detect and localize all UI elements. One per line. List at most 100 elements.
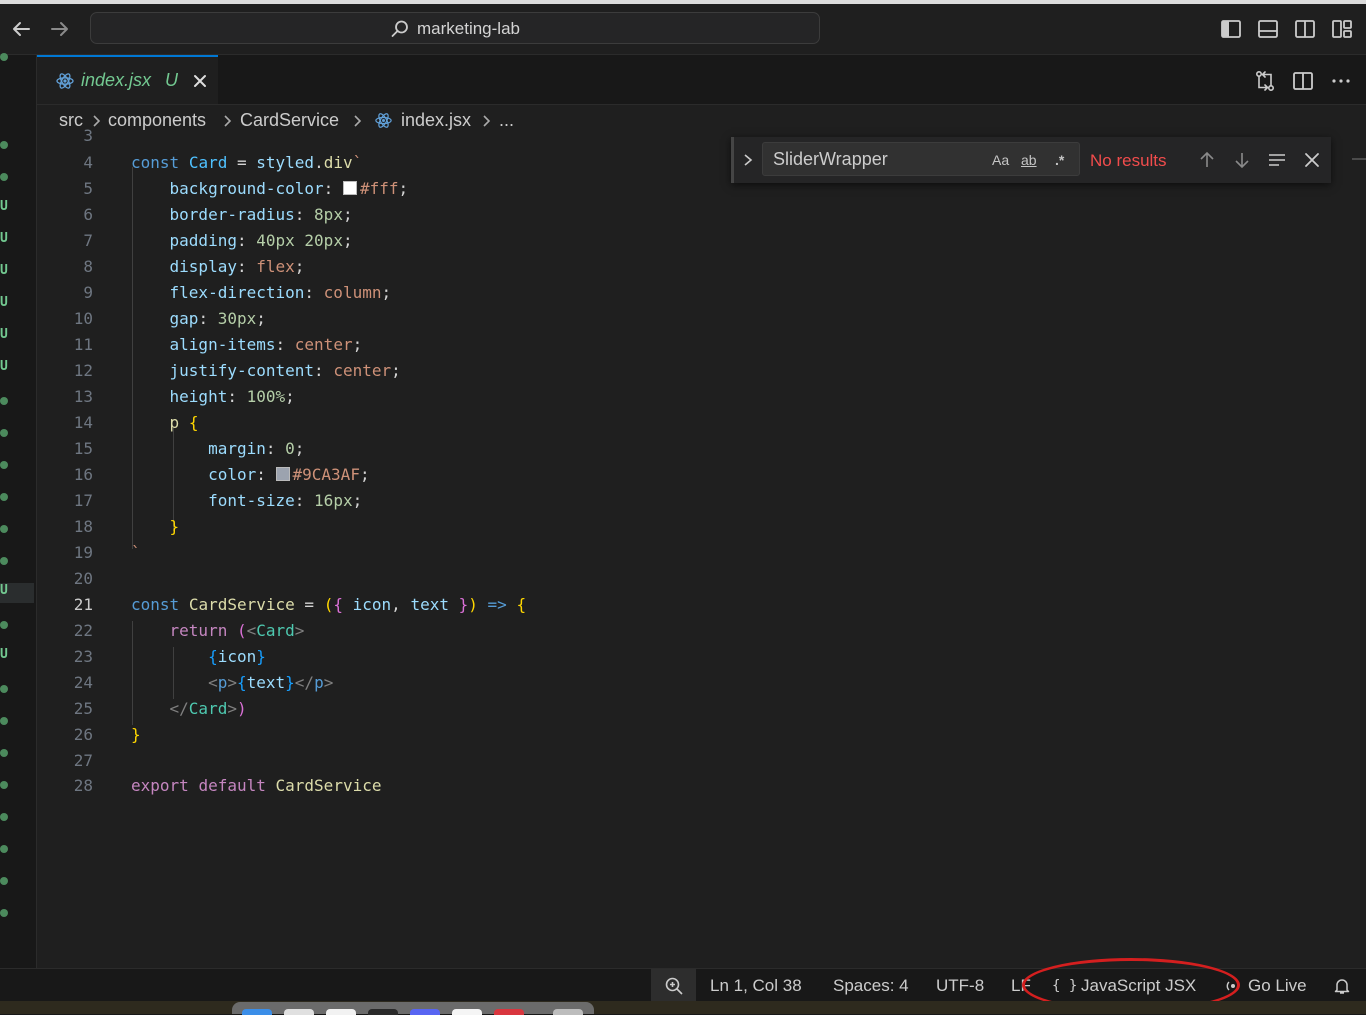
line-number: 7 xyxy=(83,231,93,250)
arrow-up-icon[interactable] xyxy=(1196,149,1218,171)
customize-layout-icon[interactable] xyxy=(1330,17,1354,41)
dots-icon[interactable] xyxy=(0,53,8,61)
find-input[interactable]: SliderWrapper Aa ab .* xyxy=(762,142,1080,176)
code-line: justify-content: center; xyxy=(169,361,401,380)
match-case-toggle[interactable]: Aa xyxy=(992,152,1009,168)
git-modified-dot xyxy=(0,877,8,885)
code-line: export default CardService xyxy=(131,776,382,795)
more-actions-icon[interactable] xyxy=(1329,69,1353,93)
close-icon[interactable] xyxy=(191,72,209,90)
code-line: <p>{text}</p> xyxy=(208,673,334,692)
code-line: font-size: 16px; xyxy=(208,491,363,510)
chevron-right-icon xyxy=(483,115,491,127)
dock-app-icon[interactable] xyxy=(368,1009,398,1015)
toggle-primary-sidebar-icon[interactable] xyxy=(1219,17,1243,41)
regex-toggle[interactable]: .* xyxy=(1055,152,1064,168)
line-number: 18 xyxy=(73,517,93,536)
line-number: 26 xyxy=(73,725,93,744)
explorer-git-status-strip: U U U U U U U U xyxy=(0,53,37,968)
code-line: {icon} xyxy=(208,647,266,666)
encoding[interactable]: UTF-8 xyxy=(936,976,984,996)
line-number: 8 xyxy=(83,257,93,276)
line-number: 23 xyxy=(73,647,93,666)
cursor-position[interactable]: Ln 1, Col 38 xyxy=(710,976,802,996)
line-number: 4 xyxy=(83,153,93,172)
git-modified-dot xyxy=(0,813,8,821)
dock-app-icon[interactable] xyxy=(242,1009,272,1015)
dock-app-icon[interactable] xyxy=(410,1009,440,1015)
bell-icon[interactable] xyxy=(1332,976,1352,996)
code-line: border-radius: 8px; xyxy=(169,205,353,224)
code-line: background-color: #fff; xyxy=(169,179,409,198)
code-line: p { xyxy=(169,413,199,432)
color-swatch[interactable] xyxy=(342,181,357,195)
open-changes-icon[interactable] xyxy=(1253,69,1277,93)
zoom-indicator[interactable] xyxy=(651,969,696,1002)
git-untracked-marker: U xyxy=(0,263,8,278)
dock-app-icon[interactable] xyxy=(284,1009,314,1015)
code-line: margin: 0; xyxy=(208,439,305,458)
code-line: align-items: center; xyxy=(169,335,363,354)
command-center-text: marketing-lab xyxy=(417,19,520,38)
git-modified-dot xyxy=(0,429,8,437)
color-swatch[interactable] xyxy=(275,467,290,481)
line-number: 25 xyxy=(73,699,93,718)
breadcrumb-components[interactable]: components xyxy=(108,110,206,131)
toggle-panel-icon[interactable] xyxy=(1256,17,1280,41)
back-arrow-icon[interactable] xyxy=(8,16,34,42)
toggle-secondary-sidebar-icon[interactable] xyxy=(1293,17,1317,41)
breadcrumb-cardservice[interactable]: CardService xyxy=(240,110,339,131)
git-modified-dot xyxy=(0,397,8,405)
code-line: gap: 30px; xyxy=(169,309,266,328)
line-number: 13 xyxy=(73,387,93,406)
git-untracked-marker: U xyxy=(0,295,8,310)
breadcrumb-symbol[interactable]: ... xyxy=(499,110,514,131)
code-line: height: 100%; xyxy=(169,387,295,406)
dock-app-icon[interactable] xyxy=(452,1009,482,1015)
line-number: 28 xyxy=(73,776,93,795)
code-line: color: #9CA3AF; xyxy=(208,465,370,484)
command-center-search[interactable]: marketing-lab xyxy=(90,12,820,44)
tab-bar: index.jsx U xyxy=(37,55,1366,105)
git-untracked-marker: U xyxy=(0,327,8,342)
git-untracked-marker: U xyxy=(0,583,34,603)
dock-app-icon[interactable] xyxy=(553,1009,583,1015)
line-number: 22 xyxy=(73,621,93,640)
arrow-down-icon[interactable] xyxy=(1231,149,1253,171)
chevron-right-icon xyxy=(354,115,362,127)
go-live-button[interactable]: Go Live xyxy=(1248,976,1307,996)
code-line: ` xyxy=(131,543,141,562)
git-untracked-marker: U xyxy=(0,647,8,662)
line-number: 5 xyxy=(83,179,93,198)
find-widget: SliderWrapper Aa ab .* No results xyxy=(731,137,1331,183)
indentation[interactable]: Spaces: 4 xyxy=(833,976,909,996)
react-file-icon xyxy=(375,113,392,128)
split-editor-icon[interactable] xyxy=(1291,69,1315,93)
git-modified-dot xyxy=(0,173,8,181)
tab-index-jsx[interactable]: index.jsx U xyxy=(37,55,218,104)
close-icon[interactable] xyxy=(1301,149,1323,171)
overview-ruler-mark xyxy=(1352,158,1366,160)
git-modified-dot xyxy=(0,461,8,469)
git-untracked-marker: U xyxy=(0,359,8,374)
search-icon xyxy=(391,20,408,37)
code-editor[interactable]: 3 4 5 6 7 8 9 10 11 12 13 14 15 16 17 18 19 20 21 22 23 24 25 2… xyxy=(37,126,1366,968)
line-number: 24 xyxy=(73,673,93,692)
breadcrumb-index-jsx[interactable]: index.jsx xyxy=(401,110,471,131)
dock-app-icon[interactable] xyxy=(494,1009,524,1015)
git-modified-dot xyxy=(0,621,8,629)
code-line: const Card = styled.div` xyxy=(131,153,363,172)
line-number: 14 xyxy=(73,413,93,432)
match-whole-word-toggle[interactable]: ab xyxy=(1021,152,1037,168)
find-in-selection-icon[interactable] xyxy=(1266,149,1288,171)
forward-arrow-icon[interactable] xyxy=(47,16,73,42)
git-untracked-marker: U xyxy=(0,231,8,246)
git-modified-dot xyxy=(0,493,8,501)
code-line: flex-direction: column; xyxy=(169,283,392,302)
code-line: return (<Card> xyxy=(169,621,305,640)
toggle-replace-chevron-icon[interactable] xyxy=(740,150,756,170)
code-line: padding: 40px 20px; xyxy=(169,231,353,250)
line-number: 21 xyxy=(73,595,93,614)
dock-app-icon[interactable] xyxy=(326,1009,356,1015)
git-modified-dot xyxy=(0,685,8,693)
